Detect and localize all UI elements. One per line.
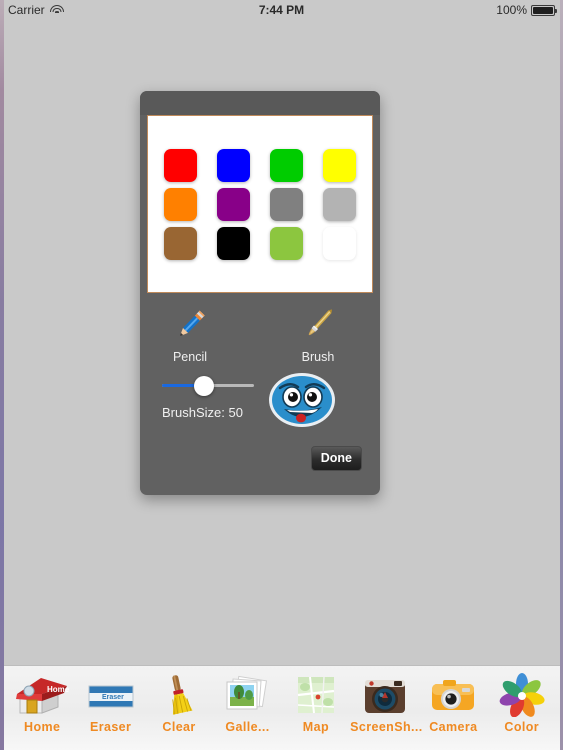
color-swatch-blue[interactable] xyxy=(217,148,250,182)
tool-row: Pencil Brush xyxy=(162,303,358,364)
toolbar-item-map[interactable]: Map xyxy=(282,672,350,734)
toolbar-item-color[interactable]: Color xyxy=(488,672,556,734)
screenshot-camera-icon xyxy=(350,672,419,718)
color-swatch-white[interactable] xyxy=(323,226,356,260)
palette-row xyxy=(148,185,372,224)
toolbar-label-screenshot: ScreenSh... xyxy=(350,720,423,734)
color-swatch-red[interactable] xyxy=(164,148,197,182)
gallery-icon xyxy=(213,672,281,718)
battery-icon xyxy=(531,4,557,16)
color-swatch-yellow[interactable] xyxy=(323,148,356,182)
color-swatch-gray[interactable] xyxy=(270,187,303,221)
color-picker-modal: Pencil Brush BrushSize: 50 Done xyxy=(140,91,380,495)
status-bar-time: 7:44 PM xyxy=(258,3,305,17)
color-swatch-purple[interactable] xyxy=(217,187,250,221)
color-swatch-orange[interactable] xyxy=(164,187,197,221)
toolbar-item-gallery[interactable]: Galle... xyxy=(213,672,281,734)
wifi-icon xyxy=(49,4,64,16)
toolbar-item-screenshot[interactable]: ScreenSh... xyxy=(350,672,423,734)
toolbar-item-eraser[interactable]: Eraser Eraser xyxy=(76,672,144,734)
left-edge-strip xyxy=(0,0,4,750)
carrier-label: Carrier xyxy=(8,3,45,17)
modal-header-bar xyxy=(140,91,380,115)
tool-pencil-label: Pencil xyxy=(172,350,208,364)
toolbar-label-map: Map xyxy=(302,720,329,734)
status-bar-right: 100% xyxy=(496,3,557,17)
eraser-icon: Eraser xyxy=(76,672,144,718)
toolbar-label-clear: Clear xyxy=(162,720,196,734)
tool-brush-label: Brush xyxy=(301,350,335,364)
color-swatch-green[interactable] xyxy=(270,148,303,182)
brush-size-label: BrushSize: 50 xyxy=(162,405,243,420)
battery-percent-label: 100% xyxy=(496,3,527,17)
tools-panel: Pencil Brush BrushSize: 50 Done xyxy=(140,293,380,493)
toolbar-item-clear[interactable]: Clear xyxy=(145,672,213,734)
pencil-icon xyxy=(162,303,218,347)
color-swatch-brown[interactable] xyxy=(164,226,197,260)
toolbar-label-home: Home xyxy=(24,720,61,734)
blue-smiley-stamp[interactable] xyxy=(268,372,336,433)
toolbar-label-eraser: Eraser xyxy=(89,720,132,734)
color-swatch-black[interactable] xyxy=(217,226,250,260)
slider-track[interactable] xyxy=(162,375,254,396)
slider-thumb[interactable] xyxy=(193,375,214,396)
color-palette xyxy=(147,115,373,293)
color-swatch-lime[interactable] xyxy=(270,226,303,260)
palette-row xyxy=(148,146,372,185)
broom-icon xyxy=(145,672,213,718)
tool-brush[interactable]: Brush xyxy=(290,303,346,364)
home-icon: Home xyxy=(8,672,76,718)
svg-text:Eraser: Eraser xyxy=(102,694,124,701)
color-swatch-light-gray[interactable] xyxy=(323,187,356,221)
svg-text:Home: Home xyxy=(47,685,70,694)
brush-size-slider[interactable]: BrushSize: 50 xyxy=(162,375,254,420)
slider-row: BrushSize: 50 xyxy=(162,373,358,433)
done-button[interactable]: Done xyxy=(310,446,362,471)
toolbar-item-home[interactable]: Home Home xyxy=(8,672,76,734)
status-bar: Carrier 7:44 PM 100% xyxy=(0,0,563,20)
palette-row xyxy=(148,224,372,263)
bottom-toolbar: Home Home Eraser Eraser Clear Galle... M… xyxy=(4,665,560,750)
tool-pencil[interactable]: Pencil xyxy=(162,303,218,364)
toolbar-item-camera[interactable]: Camera xyxy=(419,672,487,734)
toolbar-label-color: Color xyxy=(504,720,540,734)
camera-icon xyxy=(419,672,487,718)
map-icon xyxy=(282,672,350,718)
toolbar-label-camera: Camera xyxy=(429,720,478,734)
color-wheel-icon xyxy=(488,672,556,718)
brush-icon xyxy=(290,303,346,347)
status-bar-left: Carrier xyxy=(8,3,64,17)
toolbar-label-gallery: Galle... xyxy=(225,720,270,734)
